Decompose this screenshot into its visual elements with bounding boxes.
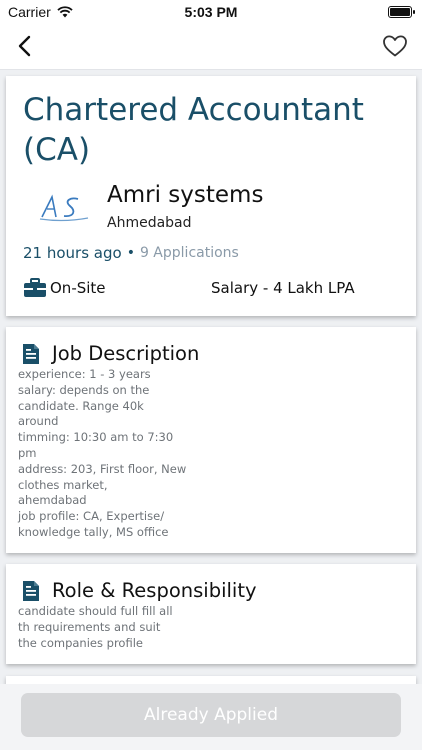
status-time: 5:03 PM bbox=[184, 4, 238, 20]
back-chevron-icon[interactable] bbox=[14, 34, 38, 58]
description-line: candidate. Range 40k bbox=[18, 398, 144, 413]
job-summary-card: Chartered Accountant (CA) Amri systems A… bbox=[6, 76, 416, 316]
company-location: Ahmedabad bbox=[107, 215, 192, 231]
description-line: address: 203, First floor, New bbox=[18, 461, 187, 476]
description-line: pm bbox=[18, 445, 37, 460]
posting-meta: 21 hours ago • 9 Applications bbox=[23, 244, 239, 262]
description-line: experience: 1 - 3 years bbox=[18, 367, 151, 381]
salary-label: Salary - 4 Lakh LPA bbox=[211, 279, 355, 297]
job-title: Chartered Accountant (CA) bbox=[23, 92, 364, 168]
document-icon bbox=[23, 580, 39, 601]
work-type: On-Site bbox=[23, 277, 106, 299]
role-responsibility-heading: Role & Responsibility bbox=[52, 579, 257, 602]
job-description-header: Job Description bbox=[20, 342, 199, 365]
work-type-label: On-Site bbox=[50, 279, 106, 297]
description-line: ahemdabad bbox=[18, 493, 87, 508]
role-line: candidate should full fill all bbox=[18, 604, 173, 618]
bottom-action-bar: Already Applied bbox=[0, 684, 422, 750]
description-line: salary: depends on the bbox=[18, 382, 150, 397]
nav-bar bbox=[0, 24, 422, 70]
status-bar: Carrier 5:03 PM bbox=[0, 0, 422, 24]
description-line: timming: 10:30 am to 7:30 bbox=[18, 430, 174, 445]
description-line: job profile: CA, Expertise/ bbox=[18, 509, 165, 524]
meta-separator: • bbox=[126, 245, 135, 261]
role-responsibility-card: Role & Responsibility candidate should f… bbox=[6, 564, 416, 664]
already-applied-button[interactable]: Already Applied bbox=[21, 693, 401, 737]
role-line: the companies profile bbox=[18, 635, 143, 650]
description-line: around bbox=[18, 414, 59, 429]
role-responsibility-header: Role & Responsibility bbox=[20, 579, 257, 602]
role-responsibility-body: candidate should full fill all th requir… bbox=[18, 604, 198, 651]
job-description-heading: Job Description bbox=[52, 342, 200, 365]
role-line: th requirements and suit bbox=[18, 619, 161, 634]
posted-time: 21 hours ago bbox=[23, 244, 122, 262]
document-icon bbox=[23, 343, 39, 364]
battery-icon bbox=[388, 6, 415, 18]
description-line: knowledge tally, MS office bbox=[18, 524, 169, 539]
company-name: Amri systems bbox=[107, 182, 264, 208]
briefcase-icon bbox=[24, 278, 46, 297]
job-description-body: experience: 1 - 3 years salary: depends … bbox=[18, 367, 198, 541]
description-line: clothes market, bbox=[18, 477, 108, 492]
applications-count: 9 Applications bbox=[139, 245, 239, 261]
job-description-card: Job Description experience: 1 - 3 years … bbox=[6, 327, 416, 553]
favorite-heart-icon[interactable] bbox=[382, 34, 408, 58]
company-logo bbox=[39, 194, 89, 221]
